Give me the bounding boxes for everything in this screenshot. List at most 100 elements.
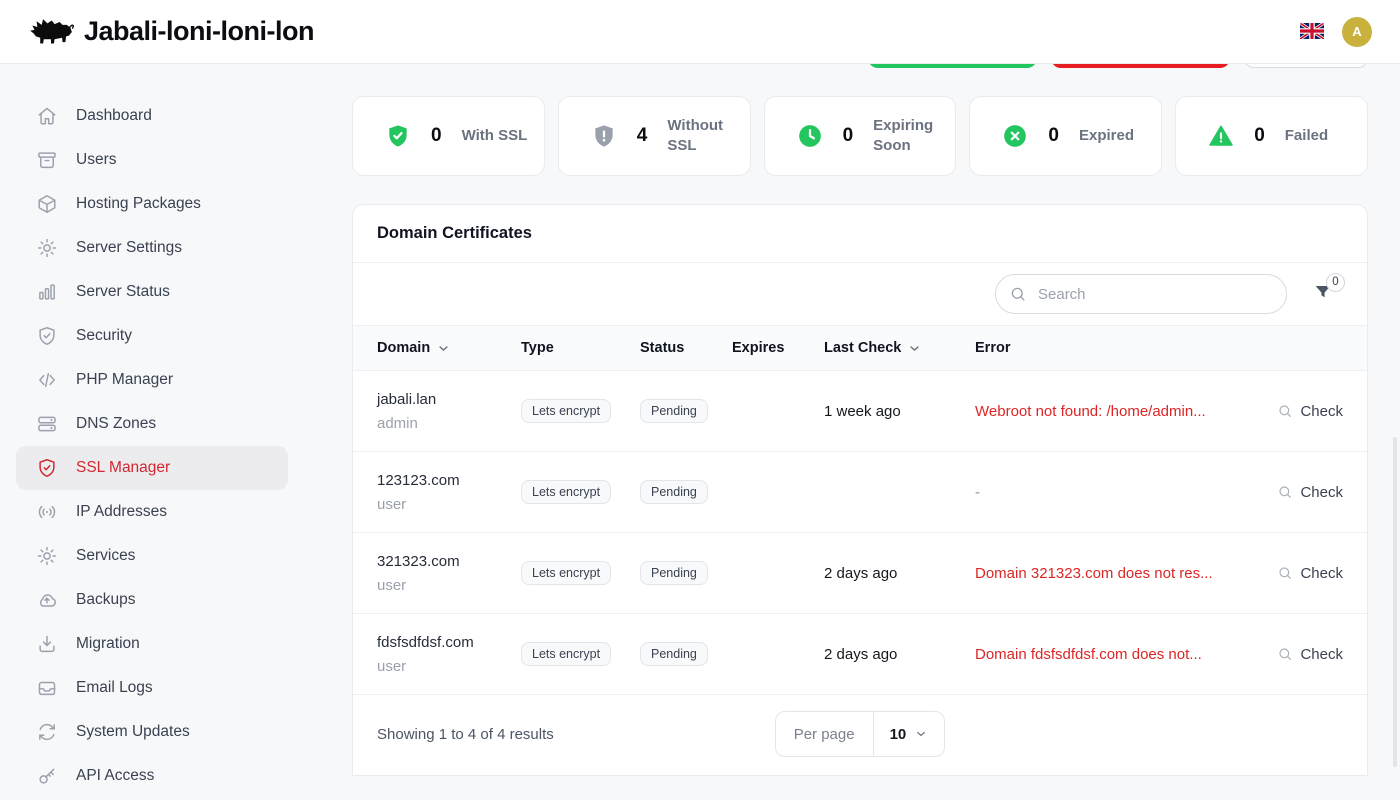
user-avatar[interactable]: A [1342, 17, 1372, 47]
sidebar-item-label: DNS Zones [76, 415, 156, 433]
stat-value: 0 [1254, 125, 1265, 147]
error-cell: - [975, 484, 1247, 501]
type-badge: Lets encrypt [521, 480, 611, 504]
sidebar-item-services[interactable]: Services [16, 534, 288, 578]
error-cell: Domain fdsfsdfdsf.com does not... [975, 646, 1247, 663]
top-header: Jabali-loni-loni-lon A [0, 0, 1400, 64]
search-icon [1277, 484, 1293, 500]
check-action[interactable]: Check [1247, 565, 1343, 582]
filter-button[interactable]: 0 [1313, 282, 1333, 307]
inbox-icon [36, 677, 58, 699]
sidebar-item-label: Server Status [76, 283, 170, 301]
refresh-icon [36, 721, 58, 743]
stat-value: 0 [431, 125, 442, 147]
per-page-select[interactable]: Per page 10 [775, 711, 946, 757]
sidebar-item-label: Backups [76, 591, 135, 609]
sidebar-item-hosting-packages[interactable]: Hosting Packages [16, 182, 288, 226]
column-label: Type [521, 340, 554, 356]
sidebar-item-label: Server Settings [76, 239, 182, 257]
status-badge: Pending [640, 399, 708, 423]
column-header-error: Error [975, 340, 1247, 356]
sidebar-item-ssl-manager[interactable]: SSL Manager [16, 446, 288, 490]
stat-card-with-ssl: 0 With SSL [352, 96, 545, 176]
type-badge: Lets encrypt [521, 561, 611, 585]
domain-name: 123123.com [377, 472, 521, 489]
column-label: Last Check [824, 340, 901, 356]
last-check-cell: 2 days ago [824, 565, 975, 582]
column-header-status: Status [640, 340, 732, 356]
sidebar-item-server-settings[interactable]: Server Settings [16, 226, 288, 270]
sidebar-item-label: Users [76, 151, 116, 169]
column-label: Status [640, 340, 684, 356]
sidebar-item-ip-addresses[interactable]: IP Addresses [16, 490, 288, 534]
app-brand[interactable]: Jabali-loni-loni-lon [28, 15, 314, 49]
stat-value: 4 [637, 125, 648, 147]
sidebar-item-users[interactable]: Users [16, 138, 288, 182]
stat-card-expired: 0 Expired [969, 96, 1162, 176]
scrollbar-thumb[interactable] [1393, 437, 1397, 767]
sort-chevron-down-icon [907, 341, 922, 356]
sidebar-item-migration[interactable]: Migration [16, 622, 288, 666]
sidebar-item-api-access[interactable]: API Access [16, 754, 288, 798]
check-label: Check [1300, 403, 1343, 420]
language-flag-icon[interactable] [1300, 23, 1324, 40]
search-icon [1277, 565, 1293, 581]
sidebar-item-label: Email Logs [76, 679, 153, 697]
table-row: jabali.lan admin Lets encrypt Pending 1 … [353, 371, 1367, 452]
panel-title: Domain Certificates [353, 205, 1367, 263]
ssl-stats-cards: 0 With SSL 4 Without SSL 0 Expiring Soon… [352, 96, 1368, 176]
shield-check-icon [36, 325, 58, 347]
sidebar-item-system-updates[interactable]: System Updates [16, 710, 288, 754]
home-icon [36, 105, 58, 127]
signal-icon [36, 501, 58, 523]
domain-name: jabali.lan [377, 391, 521, 408]
search-input[interactable] [995, 274, 1287, 314]
shield-check-icon [36, 457, 58, 479]
search-icon [1277, 403, 1293, 419]
column-header-type: Type [521, 340, 640, 356]
code-icon [36, 369, 58, 391]
shield-exclamation-solid-icon [591, 123, 617, 149]
sidebar-item-label: SSL Manager [76, 459, 170, 477]
domain-owner: user [377, 658, 521, 675]
sidebar-item-label: IP Addresses [76, 503, 167, 521]
type-badge: Lets encrypt [521, 642, 611, 666]
cloud-upload-icon [36, 589, 58, 611]
check-action[interactable]: Check [1247, 403, 1343, 420]
sidebar-item-label: API Access [76, 767, 154, 785]
check-label: Check [1300, 484, 1343, 501]
domain-name: 321323.com [377, 553, 521, 570]
results-summary: Showing 1 to 4 of 4 results [377, 726, 775, 743]
sidebar-item-dashboard[interactable]: Dashboard [16, 94, 288, 138]
archive-box-icon [36, 149, 58, 171]
last-check-cell: 1 week ago [824, 403, 975, 420]
sidebar-item-dns-zones[interactable]: DNS Zones [16, 402, 288, 446]
sidebar-item-backups[interactable]: Backups [16, 578, 288, 622]
sidebar-nav: Dashboard Users Hosting Packages Server … [0, 64, 304, 800]
check-action[interactable]: Check [1247, 484, 1343, 501]
status-badge: Pending [640, 480, 708, 504]
error-cell: Webroot not found: /home/admin... [975, 403, 1247, 420]
column-header-domain[interactable]: Domain [377, 340, 521, 356]
search-icon [1277, 646, 1293, 662]
stat-value: 0 [843, 125, 854, 147]
stat-card-expiring-soon: 0 Expiring Soon [764, 96, 957, 176]
domain-owner: admin [377, 415, 521, 432]
sidebar-item-label: Services [76, 547, 135, 565]
search-box [995, 274, 1287, 314]
status-badge: Pending [640, 561, 708, 585]
column-header-expires: Expires [732, 340, 824, 356]
sidebar-item-php-manager[interactable]: PHP Manager [16, 358, 288, 402]
column-header-last-check[interactable]: Last Check [824, 340, 975, 356]
check-action[interactable]: Check [1247, 646, 1343, 663]
domain-owner: user [377, 577, 521, 594]
check-label: Check [1300, 646, 1343, 663]
sidebar-item-security[interactable]: Security [16, 314, 288, 358]
domain-certificates-panel: Domain Certificates 0 Domain Type Status… [352, 204, 1368, 776]
check-label: Check [1300, 565, 1343, 582]
stat-label: Failed [1285, 126, 1328, 146]
sidebar-item-email-logs[interactable]: Email Logs [16, 666, 288, 710]
column-label: Error [975, 340, 1010, 356]
gear-icon [36, 545, 58, 567]
sidebar-item-server-status[interactable]: Server Status [16, 270, 288, 314]
